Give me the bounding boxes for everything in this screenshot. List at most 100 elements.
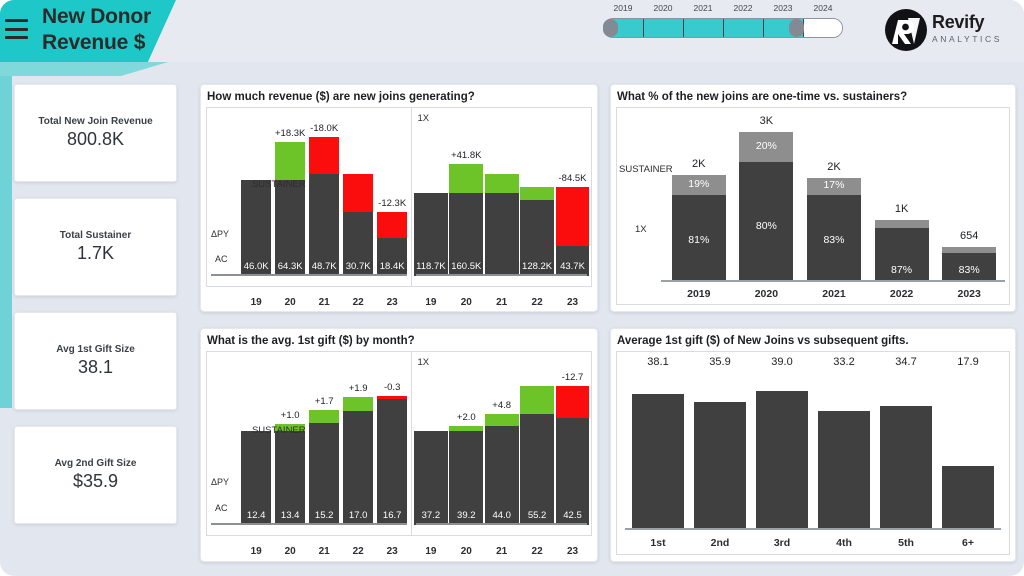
stacked-bar-2021[interactable]: 2K 17% 83%: [806, 114, 862, 282]
year-tick-2024: 2024: [813, 3, 833, 13]
bar-19[interactable]: 118.7K: [413, 108, 448, 276]
bar-value-label: 39.2: [457, 510, 476, 521]
bar-rect: 35.9: [693, 356, 747, 530]
year-segment-2022[interactable]: [724, 19, 764, 37]
year-segment-2024[interactable]: [804, 19, 842, 37]
delta-negative-segment: [309, 136, 339, 175]
bar-21[interactable]: 15.2 +1.7: [309, 352, 339, 525]
x-axis-line: [211, 523, 408, 525]
bar-4th[interactable]: 33.2: [817, 356, 871, 530]
year-slider-track[interactable]: [603, 18, 843, 38]
x-tick-4th: 4th: [836, 537, 852, 549]
bar-value-label: 44.0: [492, 510, 511, 521]
bar-23[interactable]: 43.7K -84.5K: [555, 108, 590, 276]
hamburger-menu-icon[interactable]: [5, 17, 29, 41]
bar-5th[interactable]: 34.7: [879, 356, 933, 530]
x-axis-categories: 2019 2020 2021 2022 2023: [665, 288, 1003, 300]
stacked-bar-group: 2K 19% 81% 3K 20% 80% 2K 17% 83% 1K 87% 654 83%: [665, 114, 1003, 282]
dashboard-header: New Donor Revenue $ 2019 2020 2021 2022 2023…: [0, 0, 1024, 62]
actual-segment: [343, 411, 373, 525]
bar-rect: 34.7: [879, 356, 933, 530]
x-tick-22: 22: [531, 297, 543, 308]
kpi-card-3[interactable]: Avg 2nd Gift Size $35.9: [14, 426, 177, 524]
bar-21[interactable]: 44.0 +4.8: [484, 352, 519, 525]
chart-title: Average 1st gift ($) of New Joins vs sub…: [617, 335, 909, 347]
x-tick-2022: 2022: [889, 288, 914, 300]
stacked-bar-2022[interactable]: 1K 87%: [874, 114, 929, 282]
x-tick-2nd: 2nd: [710, 537, 730, 549]
x-tick-21: 21: [318, 546, 330, 557]
chart-title: What is the avg. 1st gift ($) by month?: [207, 335, 415, 347]
slider-handle-right[interactable]: [789, 19, 804, 37]
stacked-bar-2020[interactable]: 3K 20% 80%: [739, 114, 794, 282]
logo-name: Revify: [932, 12, 985, 32]
variance-pane-1x: 1X 37.2 39.2 +2.0 44.0 +4.8 55.2 42.5 -12.7 19 20 2…: [412, 352, 591, 557]
year-segment-2021[interactable]: [684, 19, 724, 37]
bar-21[interactable]: [484, 108, 519, 276]
bar-22[interactable]: 17.0 +1.9: [343, 352, 373, 525]
bar-6+[interactable]: 17.9: [941, 356, 995, 530]
bar-group: 118.7K 160.5K +41.8K 128.2K 43.7K -84.5K: [412, 108, 591, 276]
bar-20[interactable]: 160.5K +41.8K: [449, 108, 484, 276]
x-tick-21: 21: [496, 297, 508, 308]
bar-2nd[interactable]: 35.9: [693, 356, 747, 530]
kpi-card-0[interactable]: Total New Join Revenue 800.8K: [14, 84, 177, 182]
page-title-line1: New Donor: [42, 5, 152, 28]
bar-3rd[interactable]: 39.0: [755, 356, 809, 530]
delta-label: +18.3K: [274, 127, 306, 139]
year-range-slider[interactable]: 2019 2020 2021 2022 2023 2024: [603, 3, 843, 47]
header-accent-soft: [0, 62, 168, 76]
variance-chart-first-gift: SUSTAINER ΔPY AC 12.4 13.4 +1.0 15.2 +1.7 17.0 +1…: [206, 351, 592, 557]
bar-19[interactable]: 37.2: [413, 352, 448, 525]
slider-handle-left[interactable]: [603, 19, 618, 37]
onetime-segment: 83%: [806, 195, 862, 282]
sustainer-pct-label: 17%: [823, 179, 845, 192]
page-title-line2: Revenue $: [42, 31, 146, 54]
stacked-bar-2023[interactable]: 654 83%: [942, 114, 997, 282]
x-tick-23: 23: [566, 297, 579, 308]
x-axis-categories: 19 20 21 22 23: [237, 297, 411, 308]
year-slider-ticks: 2019 2020 2021 2022 2023 2024: [603, 3, 843, 18]
row-label-delta: ΔPY: [211, 476, 230, 487]
delta-label: -18.0K: [310, 122, 339, 134]
bar-19[interactable]: 12.4: [241, 352, 271, 525]
pane-label-1x: 1X: [417, 113, 430, 124]
delta-positive-segment: [343, 396, 373, 411]
bar-value-label: 18.4K: [377, 261, 407, 273]
bar-value-label: 42.5: [563, 510, 582, 521]
row-label-onetime: 1X: [635, 224, 647, 235]
bar-22[interactable]: 30.7K: [343, 108, 373, 276]
left-accent-rail: [0, 62, 12, 408]
bar-1st[interactable]: 38.1: [631, 356, 685, 530]
kpi-card-2[interactable]: Avg 1st Gift Size 38.1: [14, 312, 177, 410]
year-segment-2020[interactable]: [644, 19, 684, 37]
x-tick-20: 20: [460, 546, 472, 557]
kpi-label: Total New Join Revenue: [38, 116, 153, 127]
x-tick-22: 22: [352, 297, 364, 308]
bar-20[interactable]: 13.4 +1.0: [275, 352, 305, 525]
kpi-value: $35.9: [72, 471, 119, 491]
delta-positive-segment: [520, 186, 555, 200]
bar-22[interactable]: 128.2K: [520, 108, 555, 276]
bar-value-label: 118.7K: [414, 261, 448, 273]
bar-value-label: 17.0: [348, 510, 368, 521]
bar-23[interactable]: 42.5 -12.7: [555, 352, 590, 525]
kpi-label: Avg 2nd Gift Size: [54, 458, 137, 469]
variance-chart-revenue: SUSTAINER ΔPY AC 46.0K 64.3K +18.3K 48.7K -18.0…: [206, 107, 592, 308]
bar-22[interactable]: 55.2: [520, 352, 555, 525]
kpi-card-1[interactable]: Total Sustainer 1.7K: [14, 198, 177, 296]
stacked-bar-2019[interactable]: 2K 19% 81%: [671, 114, 726, 282]
bar-group: 38.1 35.9 39.0 33.2 34.7 17.9: [627, 356, 999, 530]
x-tick-19: 19: [250, 297, 262, 308]
delta-positive-segment: [484, 174, 519, 194]
kpi-value: 1.7K: [76, 243, 115, 263]
year-tick-2023: 2023: [773, 3, 793, 13]
bar-chart-gift-sequence: 38.1 35.9 39.0 33.2 34.7 17.9 1st 2nd 3rd 4th 5th 6…: [616, 351, 1010, 555]
bar-20[interactable]: 39.2 +2.0: [449, 352, 484, 525]
bar-23[interactable]: 16.7 -0.3: [377, 352, 407, 525]
bar-21[interactable]: 48.7K -18.0K: [309, 108, 339, 276]
sustainer-pct-label: 19%: [688, 178, 710, 191]
bar-19[interactable]: 46.0K: [241, 108, 271, 276]
bar-23[interactable]: 18.4K -12.3K: [377, 108, 407, 276]
bar-20[interactable]: 64.3K +18.3K: [275, 108, 305, 276]
